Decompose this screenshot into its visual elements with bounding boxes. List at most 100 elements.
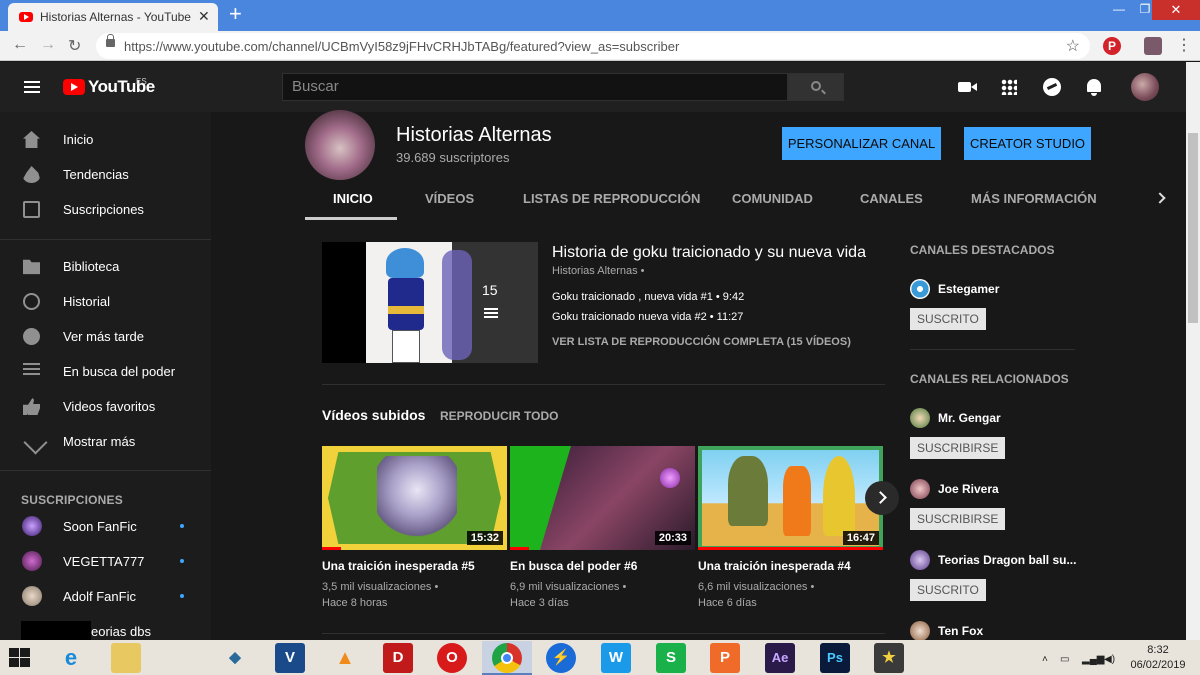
- wps-spreadsheet-icon[interactable]: S: [656, 643, 686, 673]
- photoshop-icon[interactable]: Ps: [820, 643, 850, 673]
- file-explorer-icon[interactable]: [111, 643, 141, 673]
- tray-chevron-icon[interactable]: ˄: [1042, 654, 1048, 665]
- sidebar-item-label: Suscripciones: [63, 202, 144, 217]
- volume-icon[interactable]: ◀): [1104, 654, 1115, 665]
- clock-time[interactable]: 8:32: [1128, 644, 1188, 656]
- tab-channels[interactable]: CANALES: [860, 191, 923, 206]
- reload-icon[interactable]: ↻: [68, 36, 81, 56]
- search-button[interactable]: [788, 73, 844, 101]
- d-app-icon[interactable]: D: [383, 643, 413, 673]
- uploads-title[interactable]: Vídeos subidos: [322, 407, 425, 423]
- windows-start-icon[interactable]: [9, 648, 31, 668]
- artwork-legs: [392, 330, 420, 363]
- sidebar-item-historial[interactable]: Historial: [0, 284, 211, 319]
- after-effects-icon[interactable]: Ae: [765, 643, 795, 673]
- history-icon: [23, 293, 40, 310]
- apps-grid-icon[interactable]: [1001, 79, 1017, 95]
- scrollbar-thumb[interactable]: [1188, 133, 1198, 323]
- sidebar-item-mostrar-mas[interactable]: Mostrar más: [0, 424, 211, 459]
- windows-taskbar: [0, 640, 1200, 675]
- watch-progress-bar: [322, 547, 341, 550]
- view-full-playlist-link[interactable]: VER LISTA DE REPRODUCCIÓN COMPLETA (15 V…: [552, 336, 851, 348]
- upload-video-icon[interactable]: [958, 82, 977, 92]
- new-content-dot: [180, 524, 184, 528]
- browser-menu-icon[interactable]: ⋮: [1176, 35, 1192, 55]
- chrome-center: [501, 652, 513, 664]
- video-title[interactable]: Una traición inesperada #5: [322, 559, 475, 573]
- subscription-item[interactable]: VEGETTA777: [0, 548, 211, 578]
- sidebar-item-tendencias[interactable]: Tendencias: [0, 157, 211, 192]
- tab-close-icon[interactable]: ✕: [198, 8, 210, 25]
- sidebar-item-en-busca-del-poder[interactable]: En busca del poder: [0, 354, 211, 389]
- thumbnail-figure: [728, 456, 768, 526]
- wps-writer-icon[interactable]: W: [601, 643, 631, 673]
- browser-profile-icon[interactable]: [1144, 37, 1162, 55]
- subscribed-button[interactable]: SUSCRITO: [910, 308, 986, 330]
- messenger-icon[interactable]: ⚡: [546, 643, 576, 673]
- playlist-icon: [484, 308, 498, 318]
- app-icon[interactable]: ◆: [220, 643, 250, 673]
- vlc-icon[interactable]: ▲: [330, 643, 360, 673]
- wps-presentation-icon[interactable]: P: [710, 643, 740, 673]
- subscribed-button[interactable]: SUSCRITO: [910, 579, 986, 601]
- window-close-icon[interactable]: ✕: [1152, 0, 1200, 20]
- playlist-item[interactable]: Goku traicionado nueva vida #2 • 11:27: [552, 311, 743, 323]
- video-title[interactable]: En busca del poder #6: [510, 559, 637, 573]
- playlist-item[interactable]: Goku traicionado , nueva vida #1 • 9:42: [552, 291, 744, 303]
- playlist-channel[interactable]: Historias Alternas •: [552, 265, 645, 277]
- overlay-art: [442, 250, 472, 360]
- playlist-title[interactable]: Historia de goku traicionado y su nueva …: [552, 244, 866, 262]
- messages-icon[interactable]: [1043, 78, 1061, 96]
- address-bar[interactable]: https://www.youtube.com/channel/UCBmVyI5…: [96, 33, 1090, 59]
- forward-icon[interactable]: →: [40, 36, 56, 54]
- avatar: [22, 551, 42, 571]
- play-all-button[interactable]: REPRODUCIR TODO: [440, 409, 558, 423]
- video-title[interactable]: Una traición inesperada #4: [698, 559, 851, 573]
- search-input[interactable]: Buscar: [282, 73, 788, 101]
- app-icon[interactable]: ★: [874, 643, 904, 673]
- hamburger-menu-icon[interactable]: [24, 81, 40, 93]
- youtube-logo-icon[interactable]: [63, 79, 85, 95]
- subscribe-button[interactable]: SUSCRIBIRSE: [910, 508, 1006, 530]
- ie-icon[interactable]: e: [56, 643, 86, 673]
- chrome-icon[interactable]: [492, 643, 522, 673]
- video-thumbnail[interactable]: 20:33: [510, 446, 695, 550]
- account-avatar[interactable]: [1131, 73, 1159, 101]
- tab-community[interactable]: COMUNIDAD: [732, 191, 813, 206]
- tab-videos[interactable]: VÍDEOS: [425, 191, 474, 206]
- new-tab-icon[interactable]: +: [229, 3, 242, 25]
- sidebar-item-suscripciones[interactable]: Suscripciones: [0, 192, 211, 227]
- back-icon[interactable]: ←: [12, 36, 28, 54]
- opera-icon[interactable]: O: [437, 643, 467, 673]
- browser-tab[interactable]: Historias Alternas - YouTube ✕: [8, 3, 218, 31]
- carousel-next-button[interactable]: [865, 481, 899, 515]
- subscribe-button[interactable]: SUSCRIBIRSE: [910, 437, 1006, 459]
- personalize-channel-button[interactable]: PERSONALIZAR CANAL: [782, 127, 941, 160]
- sidebar-divider: [0, 239, 211, 240]
- channel-avatar[interactable]: [305, 110, 375, 180]
- tab-about[interactable]: MÁS INFORMACIÓN: [971, 191, 1097, 206]
- bookmark-star-icon[interactable]: ☆: [1066, 36, 1080, 56]
- sidebar-item-ver-mas-tarde[interactable]: Ver más tarde: [0, 319, 211, 354]
- tab-playlists[interactable]: LISTAS DE REPRODUCCIÓN: [523, 191, 700, 206]
- sidebar-divider: [0, 470, 211, 471]
- notifications-bell-icon[interactable]: [1087, 79, 1101, 96]
- network-icon[interactable]: ▂▄▆: [1082, 654, 1104, 665]
- keyboard-icon[interactable]: ▭: [1060, 654, 1069, 665]
- sidebar-item-videos-favoritos[interactable]: Videos favoritos: [0, 389, 211, 424]
- avatar: [910, 408, 930, 428]
- vegas-icon[interactable]: V: [275, 643, 305, 673]
- section-divider: [322, 633, 885, 634]
- sidebar-item-inicio[interactable]: Inicio: [0, 122, 211, 157]
- creator-studio-button[interactable]: CREATOR STUDIO: [964, 127, 1091, 160]
- clock-date[interactable]: 06/02/2019: [1126, 659, 1190, 671]
- video-thumbnail[interactable]: 16:47: [698, 446, 883, 550]
- pinterest-extension-icon[interactable]: P: [1103, 37, 1121, 55]
- tab-inicio[interactable]: INICIO: [333, 191, 373, 206]
- subscription-item[interactable]: Adolf FanFic: [0, 583, 211, 613]
- playlist-thumbnail[interactable]: 15: [322, 242, 538, 363]
- video-thumbnail[interactable]: 15:32: [322, 446, 507, 550]
- chevron-right-icon[interactable]: [1154, 192, 1166, 204]
- subscription-item[interactable]: Soon FanFic: [0, 513, 211, 543]
- sidebar-item-biblioteca[interactable]: Biblioteca: [0, 249, 211, 284]
